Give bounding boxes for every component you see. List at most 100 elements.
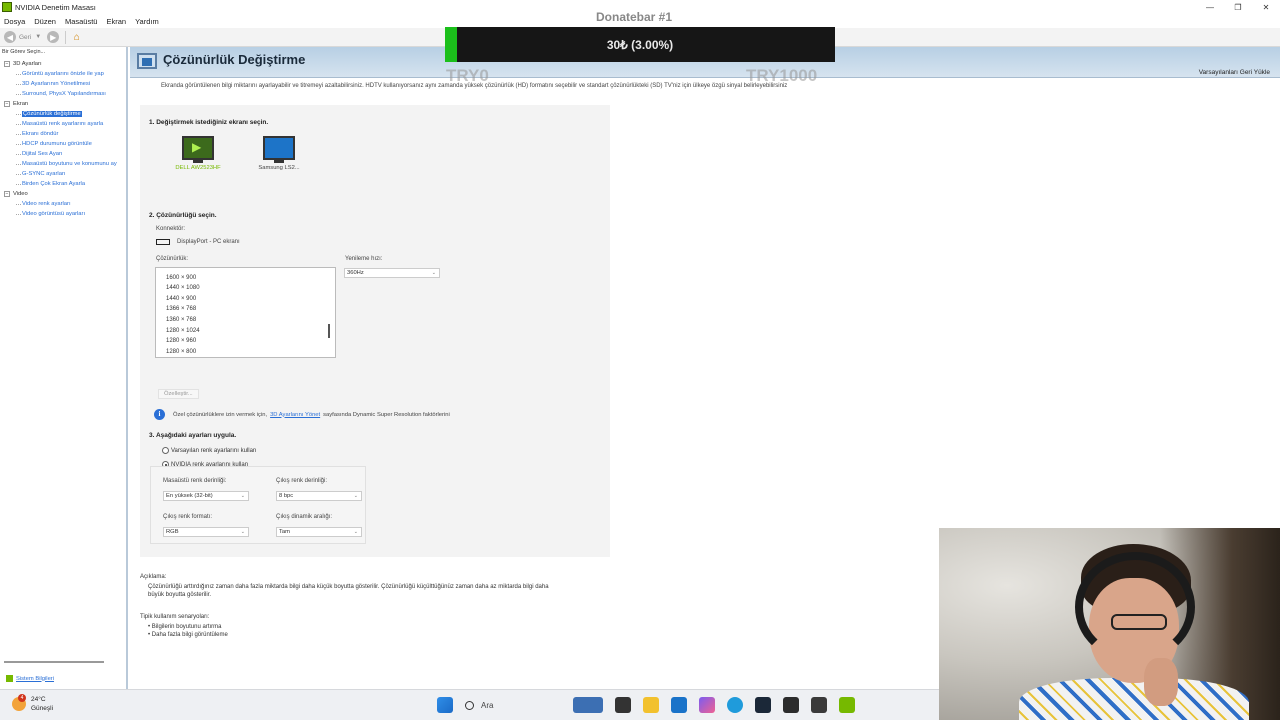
app-icon[interactable] — [811, 697, 827, 713]
tree-item[interactable]: Video görüntüsü ayarları — [3, 209, 127, 219]
widgets-icon[interactable] — [573, 697, 603, 713]
tree-item-label[interactable]: Masaüstü renk ayarlarını ayarla — [22, 121, 103, 127]
tree-category[interactable]: − Ekran — [3, 99, 127, 109]
close-button[interactable]: ✕ — [1252, 0, 1280, 14]
output-depth-select[interactable]: 8 bpc ⌄ — [276, 491, 362, 501]
tree-item[interactable]: Masaüstü renk ayarlarını ayarla — [3, 119, 127, 129]
menu-display[interactable]: Ekran — [106, 17, 126, 26]
home-icon[interactable]: ⌂ — [70, 31, 83, 44]
collapse-toggle-icon[interactable]: − — [4, 101, 10, 107]
task-view-icon[interactable] — [615, 697, 631, 713]
tree-item-label[interactable]: Dijital Ses Ayarı — [22, 151, 63, 157]
back-arrow-icon[interactable]: ◀ — [4, 31, 16, 43]
tree-item[interactable]: Masaüstü boyutunu ve konumunu ay — [3, 159, 127, 169]
tree-category[interactable]: − Video — [3, 189, 127, 199]
menu-help[interactable]: Yardım — [135, 17, 159, 26]
resolution-list-scrollbar-thumb[interactable] — [328, 324, 330, 338]
tree-item[interactable]: Surround, PhysX Yapılandırması — [3, 89, 127, 99]
info-icon: i — [154, 409, 165, 420]
resolution-option[interactable]: 1600 × 900 — [156, 273, 335, 284]
menu-desktop[interactable]: Masaüstü — [65, 17, 98, 26]
tree-item-label[interactable]: Birden Çok Ekran Ayarla — [22, 181, 85, 187]
tree-item[interactable]: HDCP durumunu görüntüle — [3, 139, 127, 149]
tree-item-label[interactable]: Video görüntüsü ayarları — [22, 211, 85, 217]
tree-item-label[interactable]: Video renk ayarları — [22, 201, 71, 207]
explanation-title: Açıklama: — [140, 574, 167, 580]
manage-3d-settings-link[interactable]: 3D Ayarlarını Yönet — [270, 412, 320, 418]
tree-item-label[interactable]: Surround, PhysX Yapılandırması — [22, 91, 106, 97]
tree-item[interactable]: Birden Çok Ekran Ayarla — [3, 179, 127, 189]
tree-category[interactable]: −3D Ayarları — [3, 59, 127, 69]
sidebar-horizontal-scrollbar[interactable] — [4, 661, 104, 663]
monitor-dell[interactable]: DELL AW2523HF — [168, 136, 228, 171]
tree-item[interactable]: Video renk ayarları — [3, 199, 127, 209]
outlook-icon[interactable] — [671, 697, 687, 713]
resolution-option[interactable]: 1360 × 768 — [156, 315, 335, 326]
tree-category-label[interactable]: 3D Ayarları — [13, 61, 42, 67]
resolution-option[interactable]: 1280 × 960 — [156, 336, 335, 347]
minimize-button[interactable]: — — [1196, 0, 1224, 14]
tree-item-label[interactable]: Görüntü ayarlarını önizle ile yap — [22, 71, 104, 77]
tree-item-label[interactable]: G-SYNC ayarları — [22, 171, 66, 177]
tree-category-label[interactable]: Video — [13, 191, 28, 197]
system-info-link[interactable]: Sistem Bilgileri — [6, 675, 54, 682]
refresh-rate-select[interactable]: 360Hz ⌄ — [344, 268, 440, 278]
dsr-info: i Özel çözünürlüklere izin vermek için, … — [154, 409, 450, 420]
back-history-dropdown-icon[interactable]: ▼ — [35, 34, 41, 40]
menu-file[interactable]: Dosya — [4, 17, 25, 26]
desktop-depth-select[interactable]: En yüksek (32-bit) ⌄ — [163, 491, 249, 501]
nvidia-control-panel-icon[interactable] — [839, 697, 855, 713]
file-explorer-icon[interactable] — [643, 697, 659, 713]
back-label[interactable]: Geri — [19, 34, 31, 41]
resolution-option[interactable]: 1280 × 1024 — [156, 326, 335, 337]
resolution-option[interactable]: 1366 × 768 — [156, 304, 335, 315]
forward-arrow-icon[interactable]: ▶ — [47, 31, 60, 43]
step3-title: 3. Aşağıdaki ayarları uygula. — [149, 432, 237, 439]
info-prefix: Özel çözünürlüklere izin vermek için, — [173, 411, 268, 418]
radio-button[interactable] — [162, 447, 169, 454]
taskbar-search[interactable]: Ara — [465, 696, 561, 714]
tree-item-label[interactable]: Çözünürlük değiştirme — [22, 111, 82, 117]
chevron-down-icon: ⌄ — [240, 493, 245, 499]
chevron-down-icon: ⌄ — [431, 270, 436, 276]
temperature: 24°C — [31, 696, 46, 703]
radio-label: Varsayılan renk ayarlarını kullan — [171, 447, 257, 454]
radio-default-colors[interactable]: Varsayılan renk ayarlarını kullan — [162, 447, 256, 454]
customize-button[interactable]: Özelleştir... — [158, 389, 199, 399]
window-title: NVIDIA Denetim Masası — [15, 2, 96, 12]
tree-item-label[interactable]: 3D Ayarlarının Yönetilmesi — [22, 81, 90, 87]
tree-item-label[interactable]: Ekranı döndür — [22, 131, 58, 137]
tree-category-label[interactable]: Ekran — [13, 101, 28, 107]
output-range-select[interactable]: Tam ⌄ — [276, 527, 362, 537]
collapse-toggle-icon[interactable]: − — [4, 191, 10, 197]
tree-item[interactable]: Ekranı döndür — [3, 129, 127, 139]
tree-item-label[interactable]: HDCP durumunu görüntüle — [22, 141, 92, 147]
output-format-select[interactable]: RGB ⌄ — [163, 527, 249, 537]
resolution-option[interactable]: 1280 × 800 — [156, 347, 335, 357]
resolution-option[interactable]: 1440 × 1080 — [156, 283, 335, 294]
tree-item[interactable]: 3D Ayarlarının Yönetilmesi — [3, 79, 127, 89]
tree-item-selected[interactable]: Çözünürlük değiştirme — [3, 109, 127, 119]
monitor-samsung[interactable]: Samsung LS2... — [249, 136, 309, 171]
windows-taskbar: 4 24°C Güneşli Ara — [0, 689, 939, 720]
chevron-down-icon: ⌄ — [353, 493, 358, 499]
weather-widget[interactable]: 4 24°C Güneşli — [12, 694, 53, 713]
maximize-button[interactable]: ❐ — [1224, 0, 1252, 14]
collapse-toggle-icon[interactable]: − — [4, 61, 10, 67]
tree-item[interactable]: Görüntü ayarlarını önizle ile yap — [3, 69, 127, 79]
resolution-option[interactable]: 1440 × 900 — [156, 294, 335, 305]
copilot-icon[interactable] — [699, 697, 715, 713]
sun-icon: 4 — [12, 694, 26, 711]
tree-item[interactable]: Dijital Ses Ayarı — [3, 149, 127, 159]
steam-icon[interactable] — [755, 697, 771, 713]
windows-start-icon[interactable] — [437, 697, 453, 713]
webcam-person-hand — [1144, 658, 1178, 706]
menu-edit[interactable]: Düzen — [34, 17, 56, 26]
restore-defaults-link[interactable]: Varsayılanları Geri Yükle — [1199, 69, 1270, 76]
edge-icon[interactable] — [727, 697, 743, 713]
tree-item[interactable]: G-SYNC ayarları — [3, 169, 127, 179]
tree-item-label[interactable]: Masaüstü boyutunu ve konumunu ay — [22, 161, 117, 167]
obs-icon[interactable] — [783, 697, 799, 713]
resolution-list[interactable]: 1680 × 1024 1600 × 900 1440 × 1080 1440 × 9… — [155, 267, 336, 358]
system-info-label[interactable]: Sistem Bilgileri — [16, 676, 54, 682]
